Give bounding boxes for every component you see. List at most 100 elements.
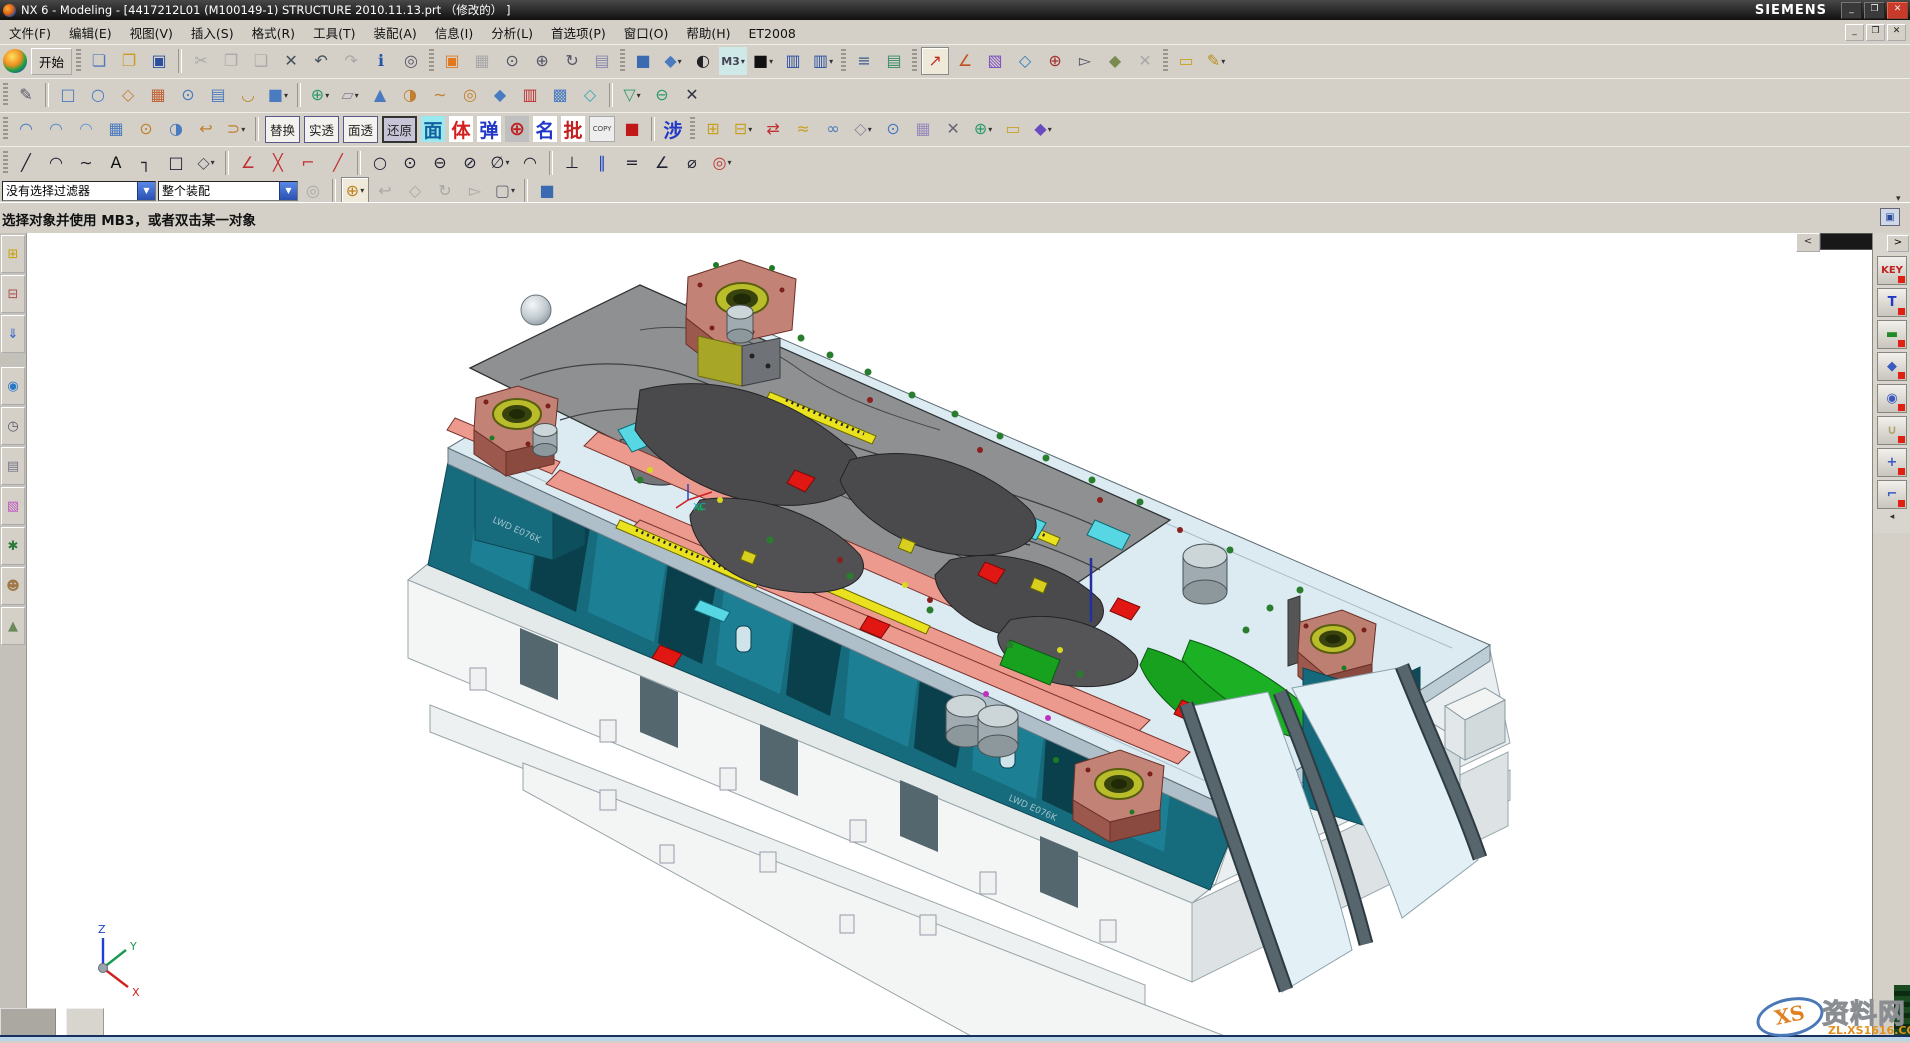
pointer-select-icon[interactable]: ▻ [461,177,489,205]
boolean-cube-icon[interactable]: ■▾ [264,81,292,109]
arc-fillet-icon[interactable]: ◠ [516,149,544,177]
red-block-icon[interactable]: ■ [618,115,646,143]
child-restore-button[interactable]: ❐ [1866,24,1885,41]
child-minimize-button[interactable]: _ [1845,24,1864,41]
palette-t-part[interactable]: T [1877,288,1907,317]
palette-green-block[interactable]: ▬ [1877,320,1907,349]
pattern-icon[interactable]: ▥ [516,81,544,109]
face-translucent-button[interactable]: 面透 [343,116,378,143]
rotate-select-icon[interactable]: ↻ [431,177,459,205]
arc-icon[interactable]: ◠ [42,149,70,177]
add-link-icon[interactable]: ⊕▾ [969,115,997,143]
tube-icon[interactable]: ◎ [456,81,484,109]
menu-file[interactable]: 文件(F) [0,24,60,43]
solid-select-icon[interactable]: ◇ [401,177,429,205]
center-link-icon[interactable]: ⊙ [879,115,907,143]
profile-corner-icon[interactable]: ⌐ [294,149,322,177]
system-materials-tab[interactable]: ▤ [1,447,25,485]
line-icon[interactable]: ╱ [12,149,40,177]
mesh-icon[interactable]: ▦ [144,81,172,109]
pad-icon[interactable]: ▤ [204,81,232,109]
center-target-char[interactable]: ⊕ [505,116,529,142]
fillet-corner-icon[interactable]: ┐ [132,149,160,177]
swap-links-icon[interactable]: ⇄ [759,115,787,143]
roles-tab[interactable]: ☻ [1,567,25,605]
text-icon[interactable]: A [102,149,130,177]
save-icon[interactable]: ▣ [145,47,173,75]
undo-icon[interactable]: ↶ [307,47,335,75]
information-icon[interactable]: ℹ [367,47,395,75]
menu-information[interactable]: 信息(I) [426,24,482,43]
copy-icon[interactable]: ❐ [217,47,245,75]
circle-icon[interactable]: ○ [366,149,394,177]
menu-et2008[interactable]: ET2008 [740,24,805,43]
hide-icon[interactable]: ✕ [1131,47,1159,75]
circle-center-icon[interactable]: ⊙ [396,149,424,177]
palette-bracket-part[interactable]: ◆ [1877,352,1907,381]
menu-window[interactable]: 窗口(O) [615,24,678,43]
palette-collapse-arrow[interactable]: ◂ [1873,512,1910,522]
unite-icon[interactable]: ◆ [486,81,514,109]
menu-edit[interactable]: 编辑(E) [60,24,121,43]
measure-link-icon[interactable]: ▭ [999,115,1027,143]
section-icon[interactable]: ▩ [546,81,574,109]
part-navigator-tab[interactable]: ⇓ [1,315,25,353]
cone-icon[interactable]: ◇ [114,81,142,109]
profile-cross-icon[interactable]: ╳ [264,149,292,177]
select-point-icon[interactable]: ▻ [1071,47,1099,75]
lock-plus-icon[interactable]: ⊞ [699,115,727,143]
remove-parameter-icon[interactable]: ⊖ [648,81,676,109]
scenery-tab[interactable]: ▲ [1,607,25,645]
spline-icon[interactable]: ∼ [72,149,100,177]
measure-distance-icon[interactable]: ▭ [1172,47,1200,75]
zoom-in-out-icon[interactable]: ⊕ [528,47,556,75]
body-tool-char[interactable]: 体 [449,116,473,142]
drape-icon[interactable]: ◑ [162,115,190,143]
process-studio-tab[interactable]: ✱ [1,527,25,565]
hole-icon[interactable]: ⊙ [174,81,202,109]
undo-selection-icon[interactable]: ↩ [371,177,399,205]
selection-filter-dropdown[interactable]: 没有选择过滤器▼ [2,181,156,201]
wade-tool-char[interactable]: 涉 [661,116,685,142]
snap-crosshair-icon[interactable]: ⊕▾ [341,177,369,205]
circle-trim-icon[interactable]: ⊖ [426,149,454,177]
menu-preferences[interactable]: 首选项(P) [542,24,615,43]
clip-section-icon[interactable]: ▥ [779,47,807,75]
cylinder-icon[interactable]: ○ [84,81,112,109]
parallel-constraint-icon[interactable]: ∥ [588,149,616,177]
delete-icon[interactable]: ✕ [277,47,305,75]
menu-format[interactable]: 格式(R) [243,24,304,43]
web-browser-tab[interactable]: ◉ [1,367,25,405]
find-icon[interactable]: ◎ [397,47,425,75]
csys-link-icon[interactable]: ◆▾ [1029,115,1057,143]
orient-view-icon[interactable]: ◇ [1011,47,1039,75]
fit-view-icon[interactable]: ▣ [438,47,466,75]
profile-line-icon[interactable]: ╱ [324,149,352,177]
interpart-link-icon[interactable]: ∞ [819,115,847,143]
visual-materials-tab[interactable]: ▧ [1,487,25,525]
rendering-style-icon[interactable]: ◆▾ [659,47,687,75]
clip-work-section-icon[interactable]: ▥▾ [809,47,837,75]
solid-translucent-button[interactable]: 实透 [304,116,339,143]
menu-insert[interactable]: 插入(S) [182,24,243,43]
menu-view[interactable]: 视图(V) [121,24,182,43]
text-cursor-icon[interactable]: ✕ [678,81,706,109]
new-file-icon[interactable]: ❏ [85,47,113,75]
restore-button[interactable]: 还原 [382,116,417,143]
scroll-left-button[interactable]: < [1796,233,1820,252]
snap-point-icon[interactable]: ◆ [1101,47,1129,75]
flange-icon[interactable]: ◡ [234,81,262,109]
tube-sweep-icon[interactable]: ⊃▾ [222,115,250,143]
block-icon[interactable]: □ [54,81,82,109]
circle-slash-icon[interactable]: ⊘ [456,149,484,177]
toolbar-overflow-arrow[interactable]: ▾ [1896,194,1901,204]
fullscreen-icon[interactable]: ▣ [1880,208,1900,226]
grid-link-icon[interactable]: ▦ [909,115,937,143]
studio-spline-icon[interactable]: ◇▾ [192,149,220,177]
ruled-surface-icon[interactable]: ◠ [42,115,70,143]
selection-scope-dropdown[interactable]: 整个装配▼ [158,181,298,201]
palette-cup-part[interactable]: ∪ [1877,416,1907,445]
shaded-style-icon[interactable]: ■ [629,47,657,75]
datum-csys-icon[interactable]: ↗ [921,47,949,75]
minimize-button[interactable]: _ [1841,2,1862,19]
